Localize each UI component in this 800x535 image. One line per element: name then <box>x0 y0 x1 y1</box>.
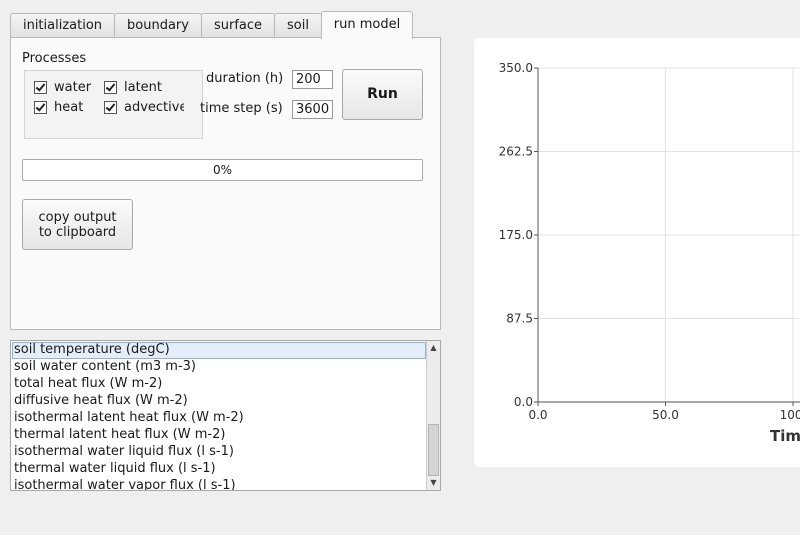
checkbox-water-label: water <box>54 80 92 95</box>
tab-surface[interactable]: surface <box>201 13 275 37</box>
checkbox-water[interactable]: water <box>34 80 91 95</box>
checkmark-icon <box>104 81 117 94</box>
x-axis-label: Tim <box>770 427 800 445</box>
tab-initialization[interactable]: initialization <box>10 13 115 37</box>
y-tick-label: 87.5 <box>506 312 533 326</box>
checkmark-icon <box>34 81 47 94</box>
copy-output-button[interactable]: copy output to clipboard <box>22 199 133 250</box>
list-item[interactable]: thermal water liquid flux (l s-1) <box>12 461 426 478</box>
copy-button-line1: copy output <box>38 209 117 225</box>
progress-bar: 0% <box>22 159 423 181</box>
list-item[interactable]: total heat flux (W m-2) <box>12 376 426 393</box>
processes-group: water latent heat advective <box>24 70 203 139</box>
list-item[interactable]: soil temperature (degC) <box>12 342 426 359</box>
list-scrollbar[interactable]: ▲ ▼ <box>426 341 440 490</box>
y-tick-label: 262.5 <box>499 145 533 159</box>
time-step-label: time step (s) <box>200 101 283 116</box>
checkmark-icon <box>104 101 117 114</box>
triangle-up-icon[interactable]: ▲ <box>427 341 440 355</box>
x-tick-label: 0.0 <box>528 408 547 422</box>
duration-input[interactable]: 200 <box>292 70 333 89</box>
processes-title: Processes <box>22 51 87 66</box>
checkbox-advective[interactable]: advective <box>104 100 184 115</box>
y-tick-label: 350.0 <box>499 61 533 75</box>
copy-button-line2: to clipboard <box>38 224 117 240</box>
x-tick-label: 50.0 <box>652 408 679 422</box>
triangle-down-icon[interactable]: ▼ <box>427 476 440 490</box>
y-tick-label: 0.0 <box>514 395 533 409</box>
scrollbar-thumb[interactable] <box>428 424 439 476</box>
run-button[interactable]: Run <box>342 69 423 120</box>
time-step-input[interactable]: 3600 <box>292 100 333 119</box>
tab-soil[interactable]: soil <box>274 13 322 37</box>
checkmark-icon <box>34 101 47 114</box>
duration-label: duration (h) <box>206 71 284 86</box>
output-variable-list[interactable]: soil temperature (degC) soil water conte… <box>10 340 441 491</box>
chart-svg: 0.0 87.5 175.0 262.5 350.0 0.0 50.0 100. Tim <box>499 61 800 445</box>
checkbox-advective-label: advective <box>124 100 184 115</box>
list-item[interactable]: isothermal water vapor flux (l s-1) <box>12 478 426 490</box>
chart-area: 0.0 87.5 175.0 262.5 350.0 0.0 50.0 100. Tim <box>474 38 800 467</box>
tab-run-model[interactable]: run model <box>321 11 413 39</box>
y-tick-label: 175.0 <box>499 228 533 242</box>
list-item[interactable]: isothermal latent heat flux (W m-2) <box>12 410 426 427</box>
checkbox-heat-label: heat <box>54 100 84 115</box>
progress-text: 0% <box>212 163 233 177</box>
list-item[interactable]: diffusive heat flux (W m-2) <box>12 393 426 410</box>
tab-boundary[interactable]: boundary <box>114 13 202 37</box>
list-item[interactable]: soil water content (m3 m-3) <box>12 359 426 376</box>
list-item[interactable]: thermal latent heat flux (W m-2) <box>12 427 426 444</box>
list-item[interactable]: isothermal water liquid flux (l s-1) <box>12 444 426 461</box>
x-tick-label: 100. <box>780 408 800 422</box>
checkbox-latent[interactable]: latent <box>104 80 162 95</box>
checkbox-latent-label: latent <box>124 80 163 95</box>
run-model-panel: Processes water latent heat advective du… <box>10 37 441 330</box>
checkbox-heat[interactable]: heat <box>34 100 83 115</box>
